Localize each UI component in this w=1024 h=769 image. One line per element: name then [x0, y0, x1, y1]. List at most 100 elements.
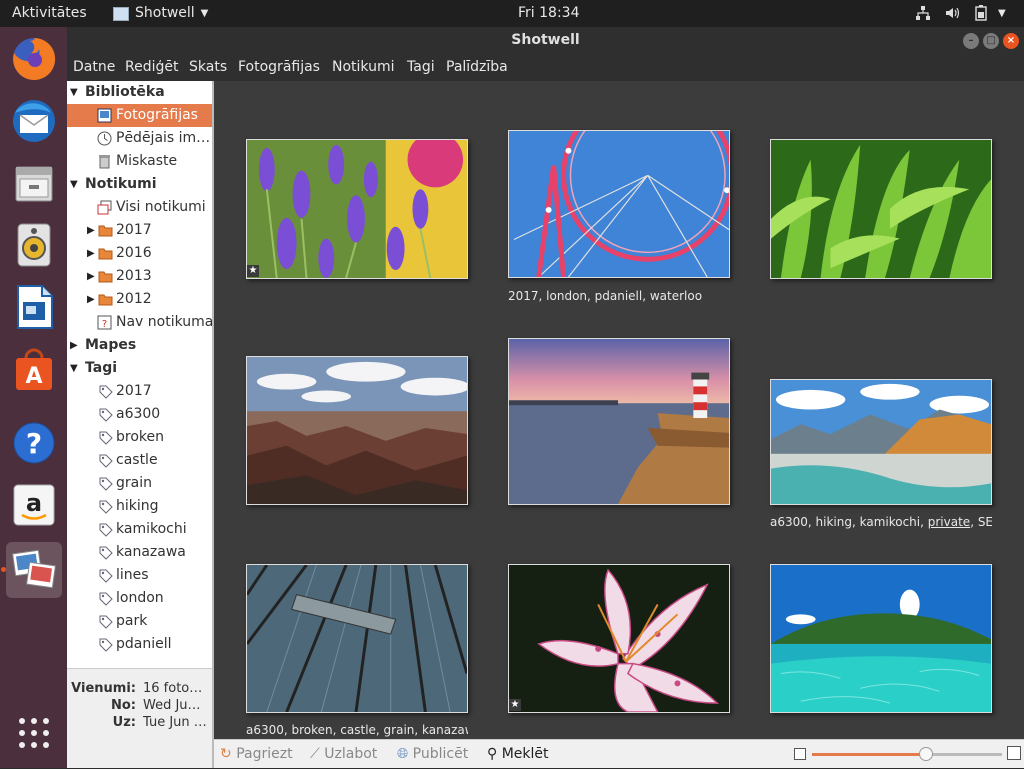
sidebar-item-all-events[interactable]: Visi notikumi [67, 196, 212, 219]
sidebar-item-tag-castle[interactable]: castle [67, 449, 212, 472]
sidebar-item-tag-2017[interactable]: 2017 [67, 380, 212, 403]
title-bar[interactable]: Shotwell – □ × [67, 27, 1024, 54]
sidebar-item-tag-a6300[interactable]: a6300 [67, 403, 212, 426]
sidebar-header-label: Bibliotēka [85, 84, 165, 100]
app-menu-button[interactable]: Shotwell ▼ [113, 0, 208, 27]
sidebar-item-label: london [116, 590, 164, 606]
files-icon [15, 166, 53, 202]
help-icon: ? [13, 422, 55, 464]
menu-bar: Datne Rediģēt Skats Fotogrāfijas Notikum… [67, 54, 1024, 81]
sidebar-item-photos[interactable]: Fotogrāfijas [67, 104, 212, 127]
sidebar-tags-header[interactable]: ▼ Tagi [67, 357, 212, 380]
sidebar-item-tag-kanazawa[interactable]: kanazawa [67, 541, 212, 564]
activities-button[interactable]: Aktivitātes [12, 0, 87, 27]
dock-help[interactable]: ? [6, 415, 62, 471]
sidebar-item-label: 2017 [116, 383, 152, 399]
dock-files[interactable] [6, 155, 62, 211]
expander-right-icon[interactable]: ▶ [70, 334, 78, 357]
sidebar-folders-header[interactable]: ▶ Mapes [67, 334, 212, 357]
menu-photos[interactable]: Fotogrāfijas [238, 54, 320, 81]
photo-thumbnail[interactable] [508, 564, 730, 713]
ferris-wheel-photo [509, 131, 729, 277]
zoom-slider-handle[interactable] [919, 747, 933, 761]
dock-shotwell[interactable] [6, 542, 62, 598]
dock-software[interactable]: A [6, 341, 62, 397]
sidebar-item-tag-lines[interactable]: lines [67, 564, 212, 587]
maximize-button[interactable]: □ [983, 33, 999, 49]
expander-down-icon[interactable]: ▼ [70, 81, 78, 104]
expander-down-icon[interactable]: ▼ [70, 173, 78, 196]
sidebar-item-tag-broken[interactable]: broken [67, 426, 212, 449]
sidebar-item-tag-kamikochi[interactable]: kamikochi [67, 518, 212, 541]
battery-icon[interactable] [974, 0, 988, 27]
photo-thumbnail[interactable] [770, 139, 992, 279]
dock-app-grid[interactable] [6, 705, 62, 761]
zoom-in-icon[interactable] [1007, 746, 1021, 760]
sidebar-item-tag-park[interactable]: park [67, 610, 212, 633]
network-icon[interactable] [915, 0, 931, 27]
tag-icon [99, 454, 113, 468]
sidebar-item-label: hiking [116, 498, 159, 514]
sidebar-item-year-2016[interactable]: ▶ 2016 [67, 242, 212, 265]
dock-writer[interactable] [6, 279, 62, 335]
menu-edit[interactable]: Rediģēt [125, 54, 178, 81]
menu-view[interactable]: Skats [189, 54, 227, 81]
menu-tags[interactable]: Tagi [407, 54, 435, 81]
menu-help[interactable]: Palīdzība [446, 54, 508, 81]
sidebar-item-year-2012[interactable]: ▶ 2012 [67, 288, 212, 311]
minimize-button[interactable]: – [963, 33, 979, 49]
expander-right-icon[interactable]: ▶ [87, 265, 95, 288]
tag-icon [99, 477, 113, 491]
firefox-icon [13, 37, 56, 80]
tag-icon [99, 592, 113, 606]
zoom-slider[interactable] [812, 747, 1002, 761]
rotate-button[interactable]: ↻ Pagriezt [220, 740, 293, 769]
sidebar-item-last-import[interactable]: Pēdējais im… [67, 127, 212, 150]
system-menu-chevron-icon[interactable]: ▼ [998, 0, 1006, 27]
dock-amazon[interactable]: a [6, 477, 62, 533]
photo-thumbnail[interactable] [508, 130, 730, 278]
dock-thunderbird[interactable] [6, 93, 62, 149]
sidebar-item-tag-hiking[interactable]: hiking [67, 495, 212, 518]
thunderbird-icon [13, 100, 55, 142]
sidebar-header-label: Mapes [85, 337, 137, 353]
photo-thumbnail[interactable] [770, 379, 992, 505]
sidebar-events-header[interactable]: ▼ Notikumi [67, 173, 212, 196]
photos-icon [97, 108, 112, 123]
expander-right-icon[interactable]: ▶ [87, 219, 95, 242]
dock-rhythmbox[interactable] [6, 217, 62, 273]
sidebar-item-label: Pēdējais im… [116, 130, 211, 146]
info-total-value: 16 foto… [143, 681, 203, 696]
sidebar-item-trash[interactable]: Miskaste [67, 150, 212, 173]
expander-right-icon[interactable]: ▶ [87, 288, 95, 311]
photo-thumbnail[interactable] [246, 564, 468, 713]
photo-thumbnail[interactable] [770, 564, 992, 713]
search-button[interactable]: ⚲ Meklēt [487, 740, 549, 769]
zoom-out-icon[interactable] [794, 748, 806, 760]
photo-thumbnail[interactable] [508, 338, 730, 505]
sidebar-item-no-event[interactable]: ? Nav notikuma [67, 311, 212, 334]
expander-down-icon[interactable]: ▼ [70, 357, 78, 380]
sidebar-item-year-2013[interactable]: ▶ 2013 [67, 265, 212, 288]
publish-button[interactable]: 🌐︎ Publicēt [397, 740, 468, 769]
expander-right-icon[interactable]: ▶ [87, 242, 95, 265]
menu-events[interactable]: Notikumi [332, 54, 395, 81]
sidebar-item-label: castle [116, 452, 158, 468]
dock-firefox[interactable] [6, 31, 62, 87]
sidebar-library-header[interactable]: ▼ Bibliotēka [67, 81, 212, 104]
sidebar: ▼ Bibliotēka Fotogrāfijas Pēdējais im… M… [67, 81, 212, 668]
volume-icon[interactable] [944, 0, 960, 27]
sidebar-item-tag-pdaniell[interactable]: pdaniell [67, 633, 212, 656]
clock[interactable]: Fri 18:34 [518, 0, 579, 27]
software-icon: A [16, 348, 52, 390]
sidebar-item-tag-grain[interactable]: grain [67, 472, 212, 495]
photo-thumbnail[interactable] [246, 356, 468, 505]
trash-icon [99, 155, 110, 169]
close-button[interactable]: × [1003, 33, 1019, 49]
menu-file[interactable]: Datne [73, 54, 115, 81]
sidebar-item-label: lines [116, 567, 149, 583]
sidebar-item-year-2017[interactable]: ▶ 2017 [67, 219, 212, 242]
photo-thumbnail[interactable] [246, 139, 468, 279]
sidebar-item-tag-london[interactable]: london [67, 587, 212, 610]
enhance-button[interactable]: ⟋ Uzlabot [310, 740, 377, 769]
